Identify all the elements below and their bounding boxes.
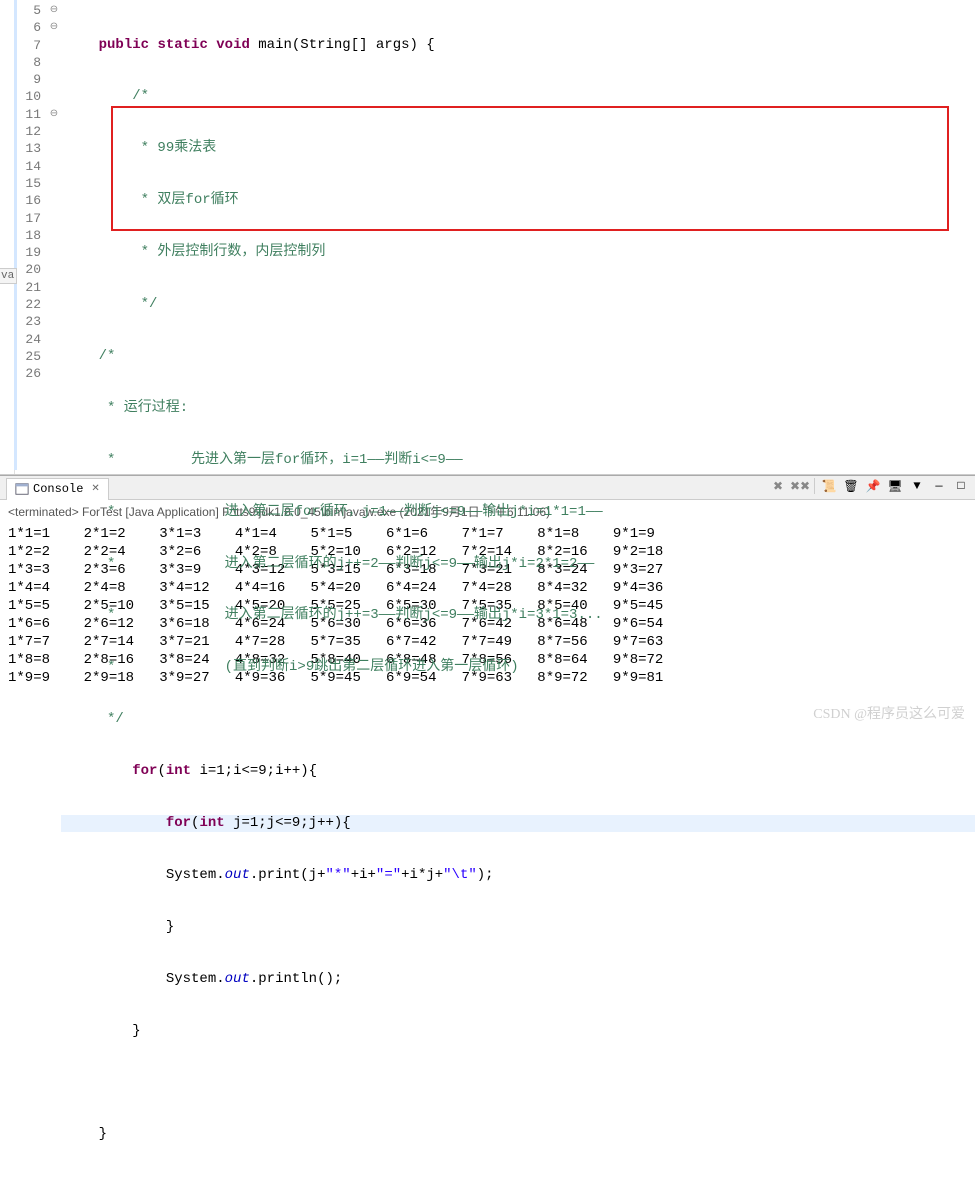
code-line: * 先进入第一层for循环，i=1——判断i<=9—— — [61, 452, 975, 469]
code-editor[interactable]: 56 78 910 1112 1314 1516 1718 1920 2122 … — [0, 0, 975, 475]
annotation-box — [111, 106, 949, 231]
code-line: System.out.print(j+"*"+i+"="+i*j+"\t"); — [61, 867, 975, 884]
console-tab[interactable]: Console ✕ — [6, 478, 109, 500]
maximize-icon[interactable]: □ — [953, 478, 969, 494]
code-text-area[interactable]: public static void main(String[] args) {… — [61, 0, 975, 474]
code-line: * 进入第二层for循环，j=1——判断j<=9——输出j*i=1*1=1—— — [61, 504, 975, 521]
console-tab-bar: Console ✕ ✖ ✖✖ 📜 🗑 📌 🖥 ▼ — □ — [0, 476, 975, 500]
left-margin — [0, 0, 15, 474]
console-icon — [15, 482, 29, 496]
clear-icon[interactable]: 🗑 — [843, 478, 859, 494]
code-line — [61, 1074, 975, 1091]
watermark: CSDN @程序员这么可爱 — [813, 703, 965, 723]
code-line: /* — [61, 348, 975, 365]
sidebar-tab[interactable]: va — [0, 268, 17, 284]
fold-toggle-icon[interactable]: ⊖ — [47, 106, 61, 123]
code-line: } — [61, 919, 975, 936]
code-line: * 进入第二层循环的j++=2——判断j<=9——输出j*i=2*1=2—— — [61, 556, 975, 573]
code-line: } — [61, 1126, 975, 1143]
code-line: /* — [61, 88, 975, 105]
remove-all-icon[interactable]: ✖✖ — [792, 478, 808, 494]
console-tab-label: Console — [33, 482, 83, 496]
code-line-current: for(int j=1;j<=9;j++){ — [61, 815, 975, 832]
code-line: * 进入第二层循环的j++=3——判断j<=9——输出j*i=3*1=3... — [61, 607, 975, 624]
line-number-gutter: 56 78 910 1112 1314 1516 1718 1920 2122 … — [15, 0, 47, 474]
code-line: for(int i=1;i<=9;i++){ — [61, 763, 975, 780]
fold-toggle-icon[interactable]: ⊖ — [47, 2, 61, 19]
code-line: System.out.println(); — [61, 971, 975, 988]
change-ruler — [14, 0, 17, 470]
pin-icon[interactable]: 📌 — [865, 478, 881, 494]
fold-column[interactable]: ⊖ ⊖ ⊖ — [47, 0, 61, 474]
code-line: } — [61, 1023, 975, 1040]
code-line: * 99乘法表 — [61, 140, 975, 157]
remove-terminated-icon[interactable]: ✖ — [770, 478, 786, 494]
fold-toggle-icon[interactable]: ⊖ — [47, 19, 61, 36]
open-console-icon[interactable]: ▼ — [909, 478, 925, 494]
display-icon[interactable]: 🖥 — [887, 478, 903, 494]
code-line: * 外层控制行数，内层控制列 — [61, 244, 975, 261]
minimize-icon[interactable]: — — [931, 478, 947, 494]
code-line: * 运行过程: — [61, 400, 975, 417]
code-line: */ — [61, 296, 975, 313]
code-line: * 双层for循环 — [61, 192, 975, 209]
code-line: * (直到判断i>9跳出第二层循环进入第一层循环) — [61, 659, 975, 676]
console-toolbar: ✖ ✖✖ 📜 🗑 📌 🖥 ▼ — □ — [770, 478, 969, 494]
code-line: public static void main(String[] args) { — [61, 37, 975, 54]
scroll-lock-icon[interactable]: 📜 — [821, 478, 837, 494]
close-icon[interactable]: ✕ — [91, 483, 99, 495]
